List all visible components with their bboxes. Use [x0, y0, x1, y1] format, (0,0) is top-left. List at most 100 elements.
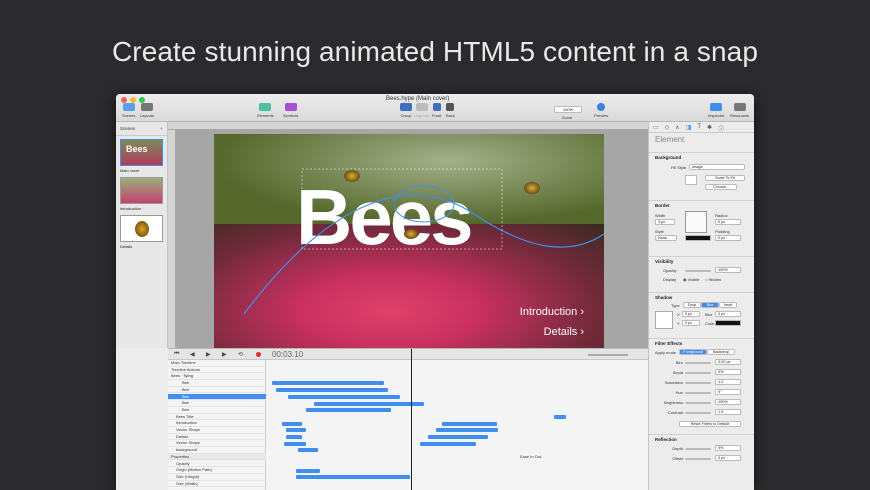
- layouts-toolbar-button[interactable]: Layouts: [140, 103, 154, 118]
- shadow-x-field[interactable]: 0 px: [682, 311, 700, 317]
- symbols-toolbar-button[interactable]: Symbols: [283, 103, 298, 118]
- padding-field[interactable]: 0 px: [715, 235, 741, 241]
- border-color-well[interactable]: [685, 235, 711, 241]
- timeline-row[interactable]: Bee: [168, 407, 266, 414]
- bee-sprite[interactable]: [404, 229, 418, 239]
- shadow-color-well[interactable]: [715, 320, 741, 326]
- keyframe-segment[interactable]: [554, 414, 566, 419]
- sepia-slider[interactable]: [685, 372, 711, 374]
- shadow-y-field[interactable]: 0 px: [682, 320, 700, 326]
- timeline-row[interactable]: Main Timeline: [168, 360, 266, 367]
- keyframe-segment[interactable]: [276, 388, 388, 393]
- keyframe-segment[interactable]: [284, 441, 306, 446]
- offset-slider[interactable]: [685, 458, 711, 460]
- scene-tab-icon[interactable]: ◇: [665, 124, 670, 131]
- timeline-row[interactable]: Bees · flying: [168, 373, 266, 381]
- scene-thumb-main-cover[interactable]: Bees: [120, 139, 163, 166]
- keyframe-segment[interactable]: [288, 394, 400, 399]
- ungroup-button[interactable]: Ungroup: [414, 103, 429, 118]
- timeline-tracks[interactable]: [266, 360, 648, 490]
- opacity-slider[interactable]: [685, 270, 711, 272]
- keyframe-segment[interactable]: [286, 435, 302, 439]
- keyframe-segment[interactable]: [436, 428, 498, 433]
- element-tab-icon[interactable]: ◨: [686, 124, 692, 131]
- brightness-field[interactable]: 100%: [715, 399, 741, 405]
- visible-radio[interactable]: ◉ Visible: [683, 277, 699, 282]
- keyframe-segment[interactable]: [442, 421, 497, 426]
- timeline-row[interactable]: Vector Shape: [168, 427, 266, 434]
- border-diagram[interactable]: [685, 211, 707, 233]
- bee-sprite[interactable]: [524, 182, 540, 194]
- backdrop-mode-button[interactable]: Backdrop: [707, 349, 735, 355]
- timeline-row[interactable]: background: [168, 447, 266, 454]
- timeline-row[interactable]: Size (Height): [168, 474, 266, 481]
- scene-thumb-introduction[interactable]: [120, 177, 163, 204]
- radius-field[interactable]: 0 px: [715, 219, 741, 225]
- keyframe-segment[interactable]: [272, 381, 384, 386]
- scale-select[interactable]: Scale To Fit: [705, 175, 745, 181]
- back-button[interactable]: Back: [446, 103, 455, 118]
- details-link[interactable]: Details ›: [544, 326, 584, 338]
- choose-image-button[interactable]: Choose...: [705, 184, 737, 190]
- keyframe-segment[interactable]: [296, 475, 410, 480]
- opacity-field[interactable]: 100%: [715, 267, 741, 273]
- document-tab-icon[interactable]: ▭: [653, 124, 659, 131]
- elements-toolbar-button[interactable]: Elements: [257, 103, 274, 118]
- playhead[interactable]: [411, 349, 412, 490]
- keyframe-segment[interactable]: [306, 408, 391, 413]
- text-tab-icon[interactable]: T: [697, 124, 701, 130]
- contrast-slider[interactable]: [685, 412, 711, 414]
- depth-slider[interactable]: [685, 448, 711, 450]
- metrics-tab-icon[interactable]: ⋏: [675, 124, 679, 131]
- foreground-mode-button[interactable]: Foreground: [679, 349, 707, 355]
- preview-button[interactable]: Preview: [594, 103, 608, 118]
- timeline-zoom-slider[interactable]: [588, 354, 628, 356]
- reset-filters-button[interactable]: Reset Filters to Default: [679, 421, 741, 427]
- hue-field[interactable]: 0°: [715, 389, 741, 395]
- inspector-toolbar-button[interactable]: Inspector: [708, 103, 724, 118]
- shadow-box-button[interactable]: Box: [701, 302, 719, 308]
- timeline-row[interactable]: Timeline Actions: [168, 367, 266, 374]
- shadow-blur-field[interactable]: 0 px: [715, 311, 741, 317]
- timeline-row[interactable]: Origin (Motion Path): [168, 467, 266, 474]
- actions-tab-icon[interactable]: ✱: [707, 124, 712, 131]
- ease-select[interactable]: Ease In Out: [520, 454, 541, 459]
- border-width-field[interactable]: 0 px: [655, 219, 675, 225]
- timeline-row[interactable]: Bee: [168, 380, 266, 387]
- front-button[interactable]: Front: [432, 103, 441, 118]
- blur-field[interactable]: 0.00 px: [715, 359, 741, 365]
- keyframe-segment[interactable]: [428, 435, 488, 439]
- timeline-row[interactable]: Bee: [168, 400, 266, 407]
- image-well[interactable]: [685, 175, 697, 185]
- loop-icon[interactable]: ⟲: [238, 351, 243, 358]
- sepia-field[interactable]: 0%: [715, 369, 741, 375]
- fill-style-select[interactable]: Image: [689, 164, 745, 170]
- add-scene-button[interactable]: +: [160, 126, 163, 131]
- depth-field[interactable]: 0%: [715, 445, 741, 451]
- timeline-row[interactable]: Properties: [168, 453, 266, 461]
- shadow-inset-button[interactable]: Inset: [719, 302, 737, 308]
- saturation-slider[interactable]: [685, 382, 711, 384]
- bee-sprite[interactable]: [344, 170, 360, 182]
- scenes-toolbar-button[interactable]: Scenes: [122, 103, 135, 118]
- keyframe-segment[interactable]: [314, 401, 424, 406]
- keyframe-segment[interactable]: [282, 421, 302, 426]
- scene-stage[interactable]: Bees Introduction › Details ›: [214, 134, 604, 348]
- timeline-row[interactable]: Details: [168, 434, 266, 441]
- brightness-slider[interactable]: [685, 402, 711, 404]
- hidden-radio[interactable]: ○ Hidden: [705, 277, 721, 282]
- keyframe-segment[interactable]: [420, 441, 476, 446]
- offset-field[interactable]: 0 px: [715, 455, 741, 461]
- timeline-row[interactable]: Opacity: [168, 461, 266, 468]
- keyframe-segment[interactable]: [298, 448, 318, 453]
- go-to-start-icon[interactable]: ⏮: [174, 351, 179, 358]
- border-style-select[interactable]: None: [655, 235, 677, 241]
- timeline-row[interactable]: Bees Title: [168, 414, 266, 421]
- step-forward-icon[interactable]: ▶: [222, 351, 227, 358]
- saturation-field[interactable]: 1.0: [715, 379, 741, 385]
- keyframe-segment[interactable]: [296, 468, 320, 473]
- shadow-position-pad[interactable]: [655, 311, 673, 329]
- timeline-row[interactable]: Bee: [168, 387, 266, 394]
- shadow-drop-button[interactable]: Drop: [683, 302, 701, 308]
- resources-toolbar-button[interactable]: Resources: [730, 103, 749, 118]
